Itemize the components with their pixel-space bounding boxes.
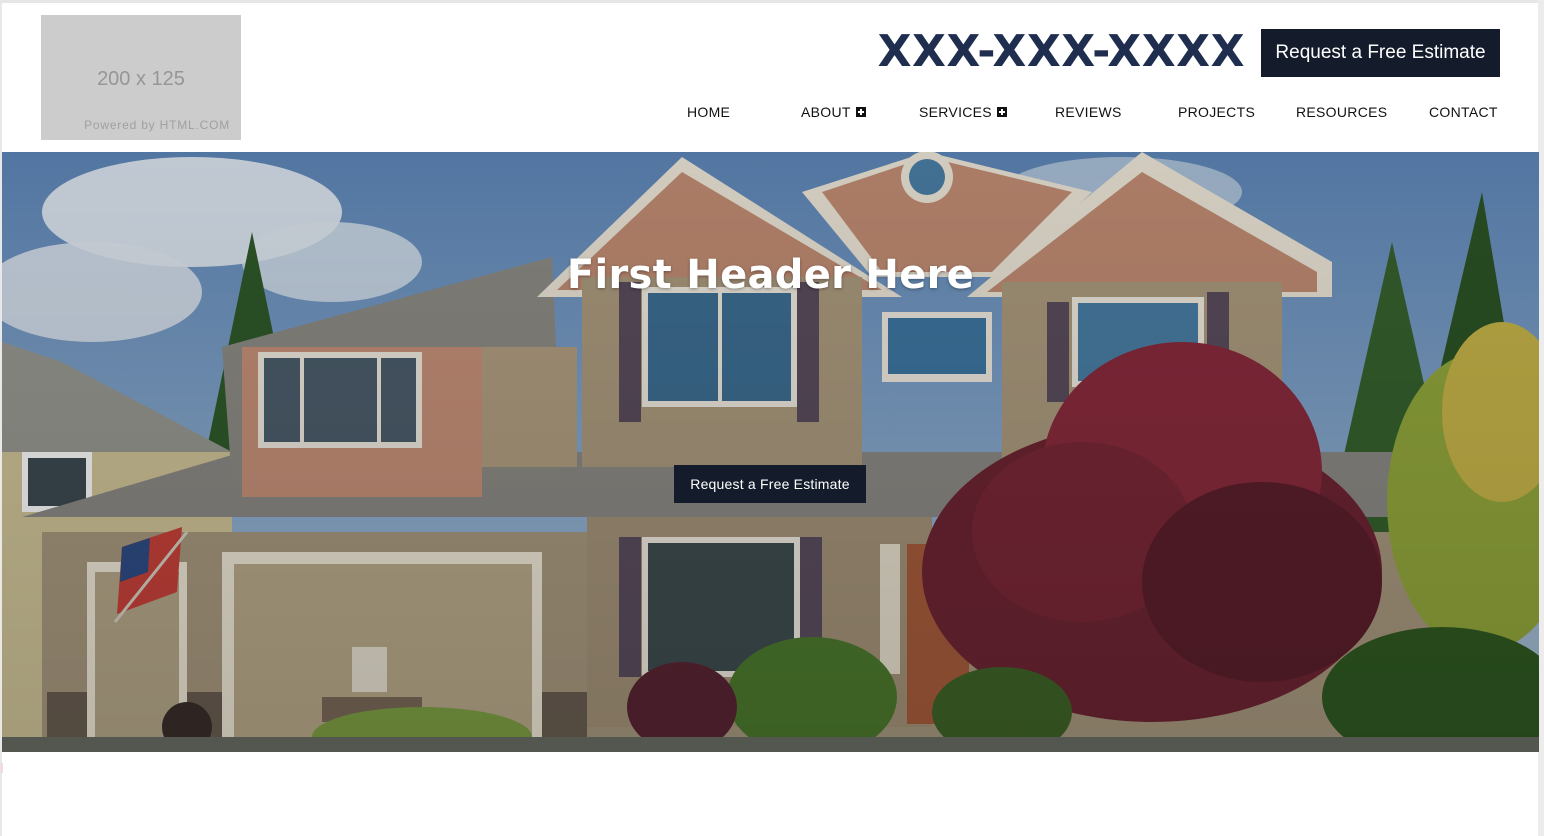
logo-size-text: 200 x 125 [97,68,185,90]
nav-item-about[interactable]: ABOUT [801,101,866,123]
hero-title: First Header Here [566,252,975,298]
main-nav: HOME ABOUT SERVICES REVIEWS PROJECTS RES… [0,101,1544,123]
nav-item-label: REVIEWS [1055,104,1122,120]
plus-square-icon[interactable] [996,107,1007,117]
nav-item-contact[interactable]: CONTACT [1429,101,1498,123]
nav-item-reviews[interactable]: REVIEWS [1055,101,1122,123]
phone-number[interactable]: XXX-XXX-XXXX [878,27,1245,77]
nav-item-label: PROJECTS [1178,104,1256,120]
nav-item-home[interactable]: HOME [687,101,730,123]
nav-item-label: HOME [687,104,731,120]
nav-item-label: ABOUT [801,104,851,120]
hero-request-estimate-button[interactable]: Request a Free Estimate [674,465,866,503]
top-divider [0,0,1540,3]
hero-house-image [2,152,1539,752]
nav-item-label: SERVICES [919,104,992,120]
nav-item-projects[interactable]: PROJECTS [1178,101,1255,123]
hero-banner: First Header Here Request a Free Estimat… [2,152,1539,752]
plus-square-icon[interactable] [855,107,866,117]
header-request-estimate-button[interactable]: Request a Free Estimate [1261,29,1500,77]
nav-item-resources[interactable]: RESOURCES [1296,101,1387,123]
left-edge-marker [0,763,3,773]
nav-item-services[interactable]: SERVICES [919,101,1007,123]
page: 200 x 125 Powered by HTML.COM XXX-XXX-XX… [0,0,1544,836]
nav-item-label: CONTACT [1429,104,1498,120]
nav-item-label: RESOURCES [1296,104,1388,120]
